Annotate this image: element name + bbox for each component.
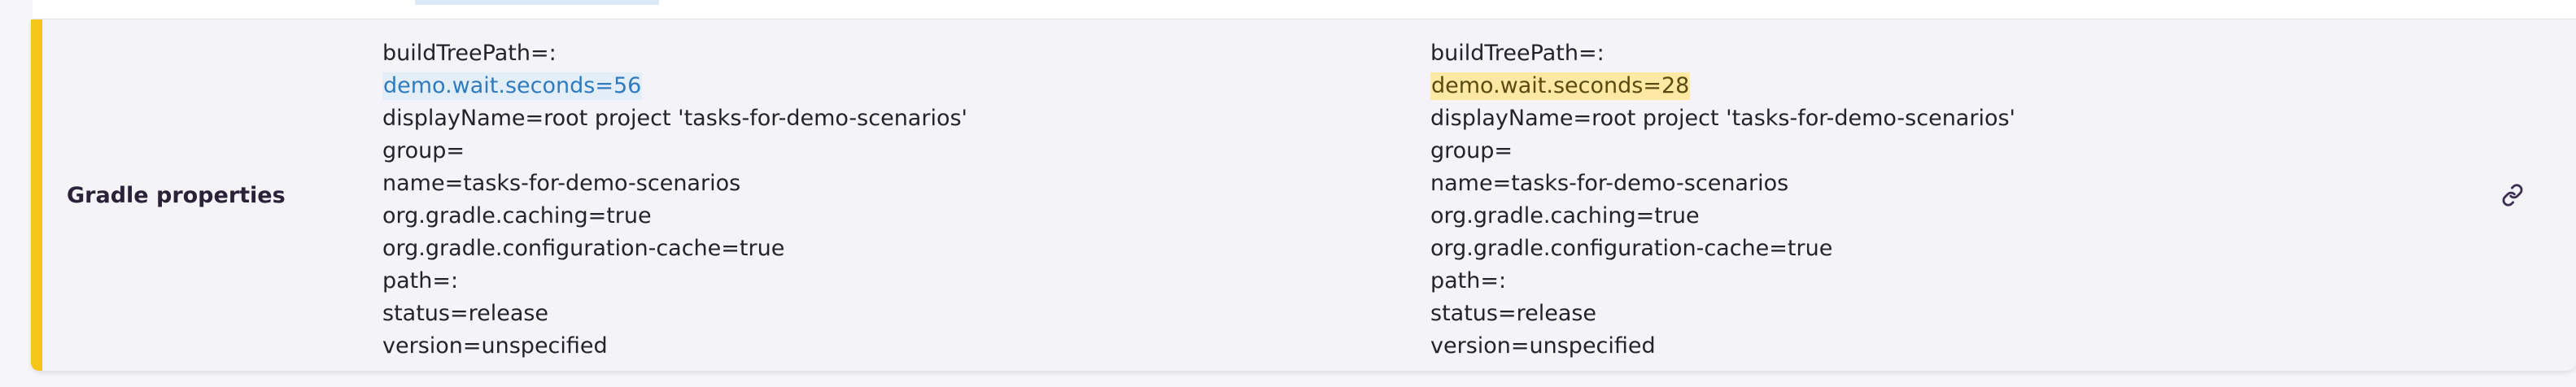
left-property-line: buildTreePath=: [382,41,557,66]
previous-row [33,0,2576,20]
comparison-view: Gradle properties buildTreePath=: demo.w… [0,0,2576,387]
left-build-properties: buildTreePath=: demo.wait.seconds=56 dis… [382,37,967,363]
right-property-line: org.gradle.configuration-cache=true [1430,236,1833,261]
right-property-line: name=tasks-for-demo-scenarios [1430,171,1789,196]
left-property-line-diff: demo.wait.seconds=56 [382,70,967,102]
left-property-line: org.gradle.caching=true [382,203,652,228]
left-property-line: version=unspecified [382,333,608,359]
right-property-line: version=unspecified [1430,333,1656,359]
right-property-line: org.gradle.caching=true [1430,203,1700,228]
difference-indicator-bar [31,20,42,371]
right-property-line-diff: demo.wait.seconds=28 [1430,70,2015,102]
left-property-line: displayName=root project 'tasks-for-demo… [382,106,967,131]
left-property-line: status=release [382,301,549,326]
right-property-line: buildTreePath=: [1430,41,1605,66]
previous-row-diff-highlight [415,0,659,5]
right-property-line: status=release [1430,301,1597,326]
left-property-line: path=: [382,268,459,294]
right-diff-highlight: demo.wait.seconds=28 [1430,72,1691,100]
gradle-properties-row: Gradle properties buildTreePath=: demo.w… [31,20,2576,371]
row-label: Gradle properties [67,182,286,208]
left-diff-highlight: demo.wait.seconds=56 [382,72,643,100]
left-property-line: group= [382,138,465,163]
left-property-line: name=tasks-for-demo-scenarios [382,171,741,196]
left-property-line: org.gradle.configuration-cache=true [382,236,785,261]
right-property-line: path=: [1430,268,1507,294]
right-build-properties: buildTreePath=: demo.wait.seconds=28 dis… [1430,37,2015,363]
right-property-line: group= [1430,138,1513,163]
link-icon[interactable] [2500,182,2526,208]
right-property-line: displayName=root project 'tasks-for-demo… [1430,106,2015,131]
